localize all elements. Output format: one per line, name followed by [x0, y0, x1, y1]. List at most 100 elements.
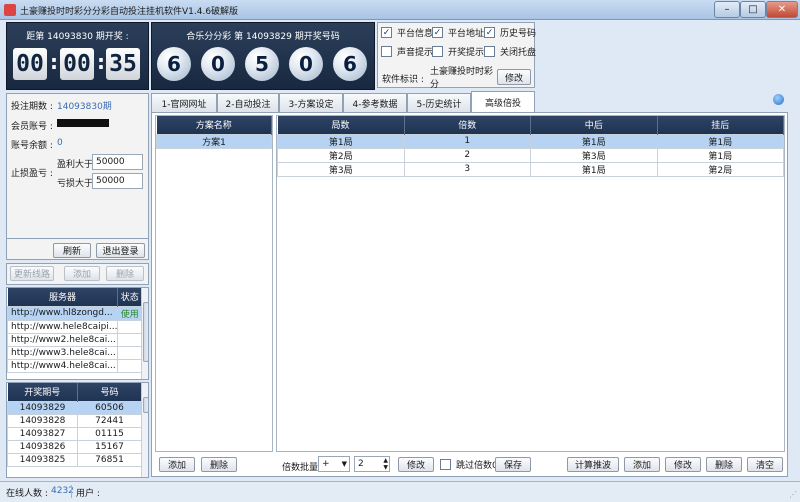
server-scrollbar[interactable]: [141, 288, 148, 379]
option-history-numbers[interactable]: ✓ 历史号码: [484, 26, 536, 39]
table-row[interactable]: 第2局 2 第3局 第1局: [277, 147, 784, 163]
checkbox-checked-icon[interactable]: ✓: [484, 27, 495, 38]
status-column-header[interactable]: 状态: [117, 288, 142, 306]
table-row[interactable]: 14093826 15167: [7, 439, 142, 454]
option-sound-alert[interactable]: 声音提示: [381, 45, 433, 58]
server-table: 服务器 状态 http://www.hl8zongd... 使用 http://w…: [6, 287, 149, 380]
tab-history-stats[interactable]: 5-历史统计: [407, 93, 471, 112]
option-close-tray[interactable]: 关闭托盘: [484, 45, 536, 58]
checkbox-checked-icon[interactable]: ✓: [381, 27, 392, 38]
resize-grip-icon[interactable]: ⋰: [789, 490, 797, 499]
checkbox-icon[interactable]: [432, 46, 443, 57]
tab-reference-data[interactable]: 4-参考数据: [343, 93, 407, 112]
close-button[interactable]: ✕: [766, 1, 798, 18]
server-column-header[interactable]: 服务器: [7, 288, 119, 306]
option-platform-info[interactable]: ✓ 平台信息: [381, 26, 433, 39]
server-delete-button[interactable]: 删除: [106, 266, 144, 281]
operator-select[interactable]: + ▼: [318, 456, 350, 472]
balance-value: 0: [57, 138, 63, 148]
history-scrollbar[interactable]: [141, 383, 148, 477]
table-row[interactable]: 14093827 01115: [7, 426, 142, 441]
bet-period-value: 14093830期: [57, 102, 112, 112]
software-id-label: 软件标识 :: [382, 75, 424, 85]
countdown-seconds: 35: [106, 48, 140, 80]
member-account-label: 会员账号 :: [11, 122, 53, 132]
update-route-button[interactable]: 更新线路: [10, 266, 54, 281]
user-label: 用户 :: [76, 489, 100, 499]
checkbox-icon[interactable]: [381, 46, 392, 57]
number-column-header[interactable]: 号码: [77, 383, 142, 401]
draw-period-column-header[interactable]: 开奖期号: [7, 383, 78, 401]
checkbox-icon[interactable]: [484, 46, 495, 57]
plan-list: 方案名称 方案1: [155, 115, 273, 452]
profit-limit-input[interactable]: 50000: [92, 154, 143, 170]
tab-advanced-multiplier[interactable]: 高级倍投: [471, 91, 535, 113]
scrollbar-thumb[interactable]: [143, 397, 148, 413]
option-draw-alert[interactable]: 开奖提示: [432, 45, 484, 58]
tab-auto-bet[interactable]: 2-自动投注: [217, 93, 279, 112]
window-title: 土豪赚投时时彩分分彩自动投注挂机软件V1.4.6破解版: [20, 7, 239, 17]
list-item[interactable]: 方案1: [156, 133, 272, 149]
title-bar: 土豪赚投时时彩分分彩自动投注挂机软件V1.4.6破解版 – □ ✕: [0, 0, 800, 20]
round-column-header[interactable]: 局数: [277, 116, 405, 134]
lottery-ball: 0: [289, 47, 323, 81]
minimize-button[interactable]: –: [714, 1, 740, 18]
checkbox-icon[interactable]: [440, 459, 451, 470]
stop-loss-label: 止损盈亏 :: [11, 169, 53, 179]
app-icon: [4, 4, 16, 16]
tab-plan-settings[interactable]: 3-方案设定: [279, 93, 343, 112]
skip-zero-multiplier-option[interactable]: 跳过倍数0: [440, 458, 498, 471]
bet-period-label: 投注期数 :: [11, 102, 53, 112]
table-row[interactable]: http://www2.hele8cai...: [7, 332, 142, 347]
loss-limit-label: 亏损大于: [57, 179, 94, 189]
multiplier-column-header[interactable]: 倍数: [404, 116, 531, 134]
after-win-column-header[interactable]: 中后: [530, 116, 658, 134]
loss-limit-input[interactable]: 50000: [92, 173, 143, 189]
round-delete-button[interactable]: 删除: [706, 457, 742, 472]
round-edit-button[interactable]: 修改: [665, 457, 701, 472]
maximize-button[interactable]: □: [740, 1, 766, 18]
balance-label: 账号余额 :: [11, 141, 53, 151]
calc-push-button[interactable]: 计算推波: [567, 457, 619, 472]
table-row[interactable]: 第3局 3 第1局 第2局: [277, 161, 784, 177]
table-row[interactable]: http://www4.hele8cai...: [7, 358, 142, 373]
tab-website[interactable]: 1-官网网址: [151, 93, 217, 112]
table-row[interactable]: http://www.hl8zongd... 使用: [7, 305, 142, 321]
refresh-button[interactable]: 刷新: [53, 243, 91, 258]
countdown-minutes: 00: [60, 48, 94, 80]
table-row[interactable]: http://www3.hele8cai...: [7, 345, 142, 360]
help-icon[interactable]: [773, 94, 784, 105]
logout-button[interactable]: 退出登录: [96, 243, 145, 258]
scrollbar-thumb[interactable]: [143, 302, 148, 362]
after-loss-column-header[interactable]: 挂后: [657, 116, 784, 134]
table-row[interactable]: 14093829 60506: [7, 400, 142, 415]
lottery-header: 合乐分分彩 第 14093829 期开奖号码: [186, 32, 340, 42]
plan-add-button[interactable]: 添加: [159, 457, 195, 472]
batch-modify-button[interactable]: 修改: [398, 457, 434, 472]
plan-name-column-header[interactable]: 方案名称: [156, 116, 272, 134]
table-row[interactable]: 第1局 1 第1局 第1局: [277, 133, 784, 149]
lottery-ball: 6: [157, 47, 191, 81]
table-row[interactable]: 14093828 72441: [7, 413, 142, 428]
save-button[interactable]: 保存: [495, 457, 531, 472]
software-id-modify-button[interactable]: 修改: [497, 69, 531, 85]
server-add-button[interactable]: 添加: [64, 266, 100, 281]
stepper-icon[interactable]: ▲ ▼: [383, 457, 388, 471]
profit-limit-label: 盈利大于: [57, 160, 94, 170]
software-id-field[interactable]: 土豪赚投时时彩分: [427, 67, 497, 90]
table-row[interactable]: http://www.hele8caipi...: [7, 319, 142, 334]
table-row[interactable]: 14093825 76851: [7, 452, 142, 467]
clear-button[interactable]: 清空: [747, 457, 783, 472]
lottery-ball: 5: [245, 47, 279, 81]
option-platform-address[interactable]: ✓ 平台地址: [432, 26, 484, 39]
checkbox-checked-icon[interactable]: ✓: [432, 27, 443, 38]
round-add-button[interactable]: 添加: [624, 457, 660, 472]
multiplier-stepper[interactable]: 2 ▲ ▼: [354, 456, 390, 472]
lottery-ball: 6: [333, 47, 367, 81]
history-table: 开奖期号 号码 14093829 60506 14093828 72441 1409…: [6, 382, 149, 478]
countdown-hours: 00: [13, 48, 47, 80]
lottery-ball: 0: [201, 47, 235, 81]
plan-delete-button[interactable]: 删除: [201, 457, 237, 472]
multiplier-batch-label: 倍数批量: [282, 463, 319, 473]
online-count-label: 在线人数 :: [6, 489, 48, 499]
